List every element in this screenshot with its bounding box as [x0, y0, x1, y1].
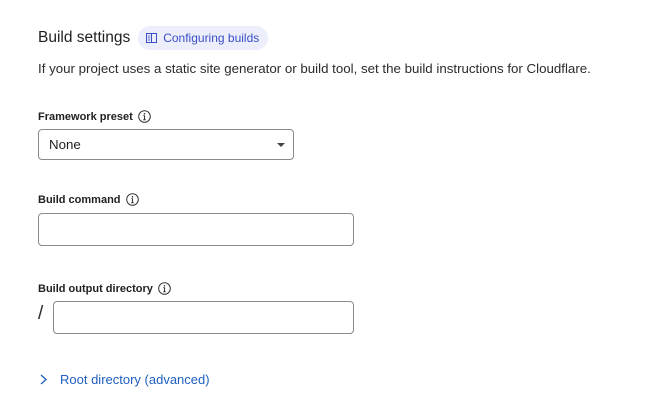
section-title: Build settings	[38, 29, 131, 46]
info-icon[interactable]	[125, 193, 139, 206]
section-description: If your project uses a static site gener…	[38, 61, 591, 76]
build-command-label: Build command	[38, 193, 121, 206]
framework-preset-label-row: Framework preset	[38, 110, 151, 123]
info-icon[interactable]	[158, 282, 171, 295]
configuring-builds-link[interactable]: Configuring builds	[138, 26, 269, 50]
framework-preset-label: Framework preset	[38, 110, 133, 123]
output-path-prefix: /	[38, 303, 44, 324]
chevron-right-icon	[40, 374, 47, 385]
build-output-input[interactable]	[53, 301, 354, 334]
build-output-label: Build output directory	[38, 282, 153, 295]
build-command-input[interactable]	[38, 213, 354, 246]
framework-preset-value: None	[49, 137, 81, 152]
root-directory-toggle[interactable]: Root directory (advanced)	[40, 372, 210, 387]
caret-down-icon	[277, 143, 285, 147]
root-directory-label: Root directory (advanced)	[60, 372, 210, 387]
build-output-label-row: Build output directory	[38, 282, 171, 295]
section-header: Build settings Configuring builds	[38, 26, 269, 50]
build-command-label-row: Build command	[38, 193, 139, 206]
info-icon[interactable]	[137, 110, 151, 123]
build-settings-page: Build settings Configuring builds If you…	[0, 0, 651, 406]
framework-preset-select[interactable]: None	[38, 129, 294, 160]
configuring-builds-label: Configuring builds	[163, 31, 260, 45]
book-icon	[146, 33, 158, 43]
